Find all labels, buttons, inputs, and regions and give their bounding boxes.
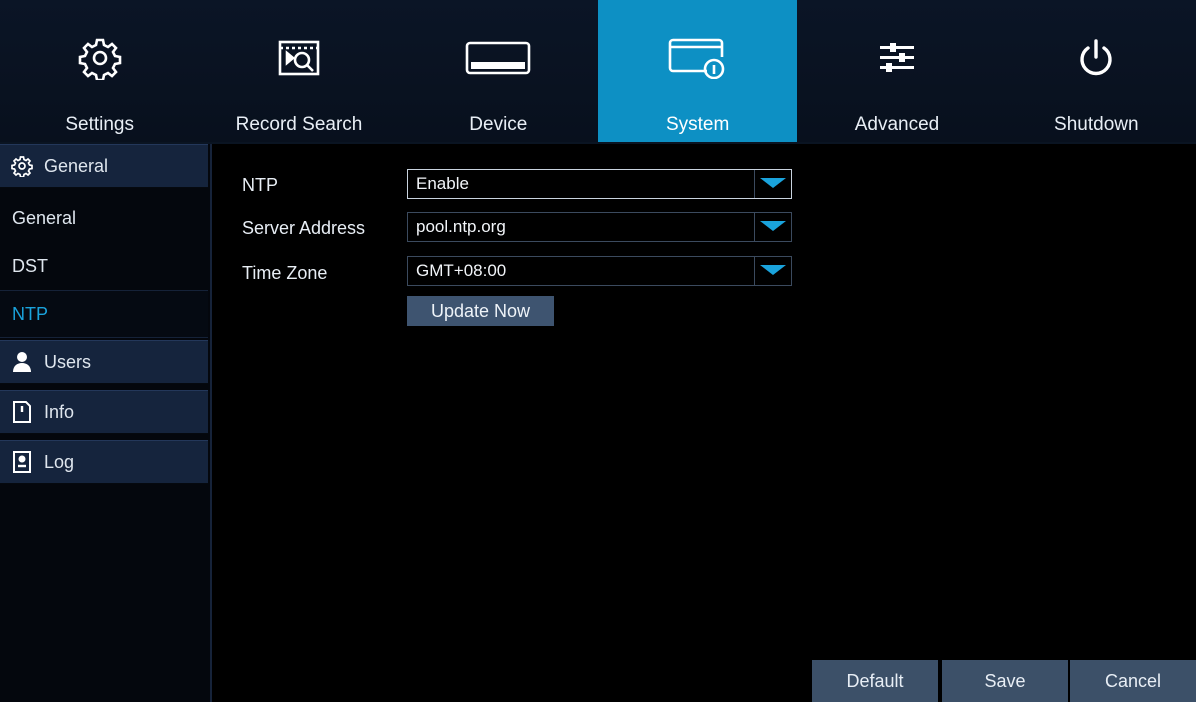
sidebar-group-label: General — [44, 155, 109, 176]
tab-label: Advanced — [854, 114, 940, 135]
chevron-down-icon[interactable] — [754, 257, 791, 285]
tab-settings[interactable]: Settings — [0, 0, 199, 142]
sidebar-group-label: Log — [44, 451, 75, 472]
default-button[interactable]: Default — [812, 660, 938, 702]
sidebar-group-label: Users — [44, 351, 92, 372]
server-address-select[interactable]: pool.ntp.org — [407, 212, 792, 242]
sidebar-group-info[interactable]: Info — [0, 390, 208, 434]
sidebar-item-ntp[interactable]: NTP — [0, 290, 208, 338]
sidebar-group-label: Info — [44, 401, 75, 422]
sidebar-group-general[interactable]: General — [0, 144, 208, 188]
sidebar: General General DST NTP Users Info Log — [0, 144, 212, 702]
tab-advanced[interactable]: Advanced — [797, 0, 996, 142]
sidebar-item-label: DST — [12, 255, 48, 276]
gear-icon — [10, 154, 34, 178]
time-zone-select[interactable]: GMT+08:00 — [407, 256, 792, 286]
sidebar-group-users[interactable]: Users — [0, 340, 208, 384]
time-zone-value: GMT+08:00 — [416, 261, 507, 280]
time-zone-label: Time Zone — [242, 263, 328, 283]
tab-record-search[interactable]: Record Search — [199, 0, 398, 142]
sidebar-item-general[interactable]: General — [0, 194, 208, 242]
sidebar-item-dst[interactable]: DST — [0, 242, 208, 290]
tab-label: System — [665, 114, 730, 135]
hard-drive-icon — [465, 36, 531, 80]
ntp-select[interactable]: Enable — [407, 169, 792, 199]
record-search-icon — [277, 36, 321, 80]
tab-label: Record Search — [235, 114, 363, 135]
sliders-icon — [877, 36, 917, 80]
chevron-down-icon[interactable] — [754, 213, 791, 241]
user-icon — [10, 350, 34, 374]
server-address-label: Server Address — [242, 218, 366, 238]
save-button[interactable]: Save — [942, 660, 1068, 702]
tab-system[interactable]: System — [597, 0, 798, 142]
tab-label: Device — [469, 114, 528, 135]
tab-label: Settings — [65, 114, 134, 135]
sidebar-group-log[interactable]: Log — [0, 440, 208, 484]
log-icon — [10, 450, 34, 474]
sidebar-item-label: General — [12, 207, 77, 228]
tab-label: Shutdown — [1054, 114, 1139, 135]
info-icon — [10, 400, 34, 424]
update-now-button[interactable]: Update Now — [407, 296, 554, 326]
ntp-label: NTP — [242, 175, 278, 195]
power-icon — [1076, 36, 1116, 80]
chevron-down-icon[interactable] — [754, 170, 791, 198]
server-address-value: pool.ntp.org — [416, 217, 506, 236]
ntp-value: Enable — [416, 174, 469, 193]
tab-shutdown[interactable]: Shutdown — [997, 0, 1196, 142]
gear-icon — [78, 36, 122, 80]
main-nav: Settings Record Search Device System Adv… — [0, 0, 1196, 144]
system-info-icon — [667, 36, 729, 80]
tab-device[interactable]: Device — [399, 0, 598, 142]
cancel-button[interactable]: Cancel — [1070, 660, 1196, 702]
sidebar-item-label: NTP — [12, 303, 48, 324]
